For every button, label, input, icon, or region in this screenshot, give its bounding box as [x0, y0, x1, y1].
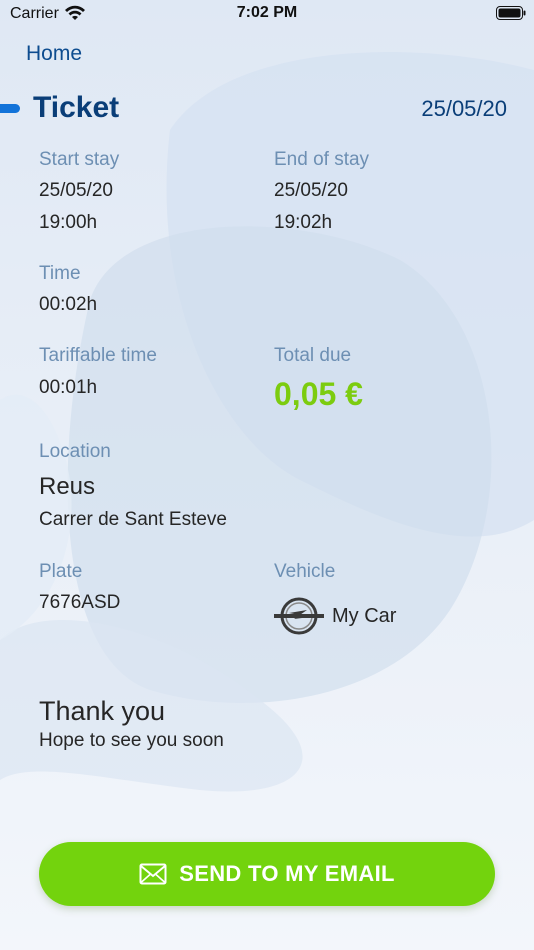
- start-stay-time: 19:00h: [39, 212, 98, 233]
- tariffable-time-value: 00:01h: [39, 377, 98, 398]
- thank-you-subtitle: Hope to see you soon: [39, 730, 224, 751]
- tariffable-time-label: Tariffable time: [39, 345, 157, 366]
- end-stay-label: End of stay: [274, 149, 370, 170]
- opel-logo-icon: [274, 597, 324, 635]
- end-stay-date: 25/05/20: [274, 180, 348, 201]
- plate-value: 7676ASD: [39, 592, 121, 613]
- end-stay-time: 19:02h: [274, 212, 333, 233]
- status-time: 7:02 PM: [236, 4, 298, 21]
- location-street: Carrer de Sant Esteve: [39, 509, 227, 530]
- time-label: Time: [39, 263, 81, 284]
- home-back-link[interactable]: Home: [26, 42, 82, 66]
- location-city: Reus: [39, 473, 96, 500]
- time-value: 00:02h: [39, 294, 98, 315]
- thank-you-title: Thank you: [39, 696, 166, 726]
- total-due-value: 0,05 €: [274, 376, 363, 412]
- mail-icon: [139, 863, 167, 885]
- send-to-email-button[interactable]: SEND TO MY EMAIL: [39, 842, 495, 906]
- location-label: Location: [39, 441, 111, 462]
- start-stay-label: Start stay: [39, 149, 120, 170]
- ticket-section-marker: [0, 104, 20, 113]
- vehicle-label: Vehicle: [274, 561, 336, 582]
- ticket-title: Ticket: [33, 91, 120, 124]
- start-stay-date: 25/05/20: [39, 180, 113, 201]
- ticket-date: 25/05/20: [421, 96, 507, 121]
- send-to-email-label: SEND TO MY EMAIL: [179, 861, 395, 886]
- battery-icon: [496, 6, 526, 20]
- vehicle-name: My Car: [332, 605, 397, 627]
- total-due-label: Total due: [274, 345, 352, 366]
- plate-label: Plate: [39, 561, 83, 582]
